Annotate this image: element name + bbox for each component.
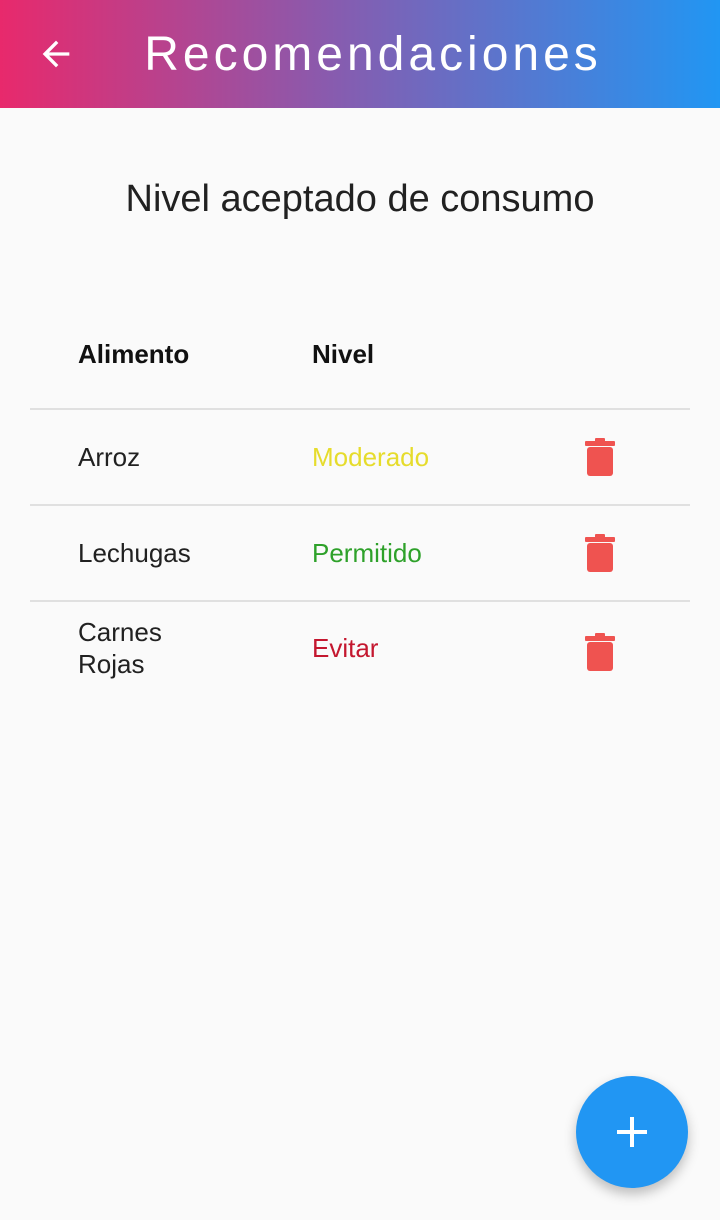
table-row: Arroz Moderado <box>30 410 690 506</box>
food-name: Carnes Rojas <box>78 617 162 679</box>
table-row: Carnes Rojas Evitar <box>30 602 690 698</box>
delete-button[interactable] <box>578 531 622 575</box>
trash-icon <box>585 438 615 476</box>
app-bar: Recomendaciones <box>0 0 720 108</box>
trash-icon <box>585 534 615 572</box>
level-value: Moderado <box>312 442 430 472</box>
food-name: Lechugas <box>78 538 191 568</box>
app-title: Recomendaciones <box>144 27 602 81</box>
level-value: Evitar <box>312 633 379 663</box>
delete-button[interactable] <box>578 630 622 674</box>
back-button[interactable] <box>24 22 88 86</box>
header-level: Nivel <box>312 338 375 369</box>
recommendations-table: Alimento Nivel Arroz Moderado Lechugas P… <box>30 300 690 698</box>
table-row: Lechugas Permitido <box>30 506 690 602</box>
trash-icon <box>585 633 615 671</box>
delete-button[interactable] <box>578 435 622 479</box>
food-name: Arroz <box>78 442 141 472</box>
page-heading: Nivel aceptado de consumo <box>125 178 595 220</box>
plus-icon <box>617 1117 647 1147</box>
table-header: Alimento Nivel <box>30 300 690 410</box>
level-value: Permitido <box>312 538 422 568</box>
add-button[interactable] <box>576 1076 688 1188</box>
arrow-back-icon <box>42 40 70 68</box>
header-food: Alimento <box>78 338 190 369</box>
